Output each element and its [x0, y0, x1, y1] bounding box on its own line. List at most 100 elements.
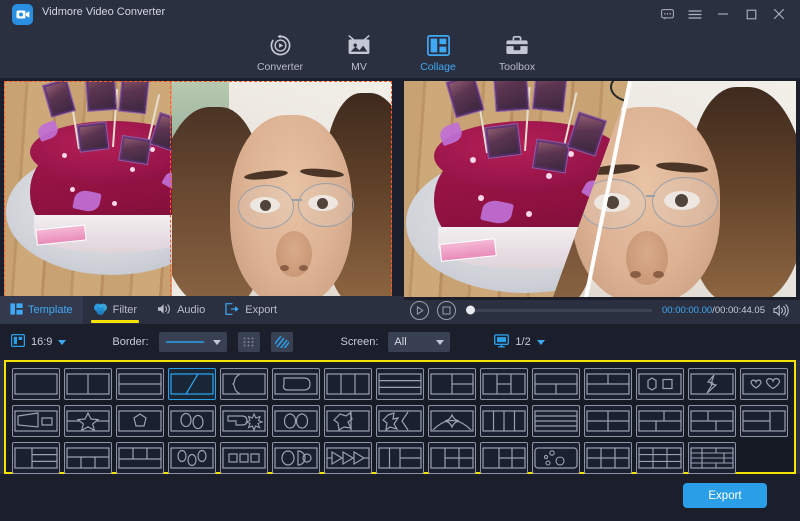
border-texture-button[interactable] [271, 332, 293, 352]
page-selector[interactable]: 1/2 [494, 334, 544, 351]
export-icon [225, 303, 240, 318]
maximize-icon[interactable] [738, 4, 764, 24]
play-button[interactable] [410, 301, 429, 320]
layout-top-2bottom[interactable] [532, 368, 580, 400]
tab-export[interactable]: Export [215, 296, 287, 324]
nav-tab-label: Collage [420, 61, 456, 73]
dotted-swatch-icon [242, 336, 255, 348]
layout-3top-bottom[interactable] [116, 442, 164, 474]
template-edit-preview[interactable] [4, 81, 392, 297]
layout-three-ovals[interactable] [168, 442, 216, 474]
screen-label: Screen: [341, 336, 379, 348]
nav-tab-label: Converter [257, 61, 303, 73]
layout-4-vertical[interactable] [480, 405, 528, 437]
main-nav: Converter MV C [0, 28, 800, 78]
aspect-ratio-icon [11, 334, 25, 350]
screen-value: All [394, 336, 406, 348]
filter-icon [93, 303, 108, 318]
app-logo [12, 4, 33, 25]
layout-bubbles[interactable] [532, 442, 580, 474]
layout-3-horizontal[interactable] [376, 368, 424, 400]
layout-4-horizontal[interactable] [532, 405, 580, 437]
close-icon[interactable] [766, 4, 792, 24]
stop-icon [442, 306, 451, 315]
layout-3-vertical[interactable] [324, 368, 372, 400]
layout-jigsaw-wedge[interactable] [376, 405, 424, 437]
window-controls [654, 4, 792, 24]
feedback-icon[interactable] [654, 4, 680, 24]
layout-left-2stack[interactable] [428, 368, 476, 400]
layout-quad[interactable] [584, 405, 632, 437]
tab-audio[interactable]: Audio [147, 296, 215, 324]
seek-handle[interactable] [466, 306, 475, 315]
layout-puzzle[interactable] [324, 405, 372, 437]
layout-top2-bottom[interactable] [688, 405, 736, 437]
layout-2-horizontal[interactable] [116, 368, 164, 400]
layout-grid-2x2-left[interactable] [428, 442, 476, 474]
striped-swatch-icon [275, 336, 289, 348]
layout-2top-bottom[interactable] [584, 368, 632, 400]
volume-button[interactable] [773, 304, 790, 317]
layout-mosaic[interactable] [688, 442, 736, 474]
layout-tab-sunburst[interactable] [220, 405, 268, 437]
tab-label: Filter [113, 304, 137, 316]
title-bar: Vidmore Video Converter [0, 0, 800, 28]
layout-star-band[interactable] [64, 405, 112, 437]
collage-output-preview [404, 81, 796, 297]
nav-tab-toolbox[interactable]: Toolbox [471, 30, 563, 78]
layout-arrows[interactable] [324, 442, 372, 474]
layout-grid-mixed[interactable] [480, 442, 528, 474]
right-preview-canvas [404, 81, 796, 297]
mv-icon [347, 33, 371, 57]
layout-three-squares[interactable] [220, 442, 268, 474]
screen-dropdown[interactable]: All [388, 332, 450, 352]
template-grid [10, 366, 790, 468]
layout-two-ovals[interactable] [168, 405, 216, 437]
aspect-ratio-control[interactable]: 16:9 [11, 334, 66, 350]
monitor-icon [494, 334, 509, 351]
layout-9-grid[interactable] [636, 442, 684, 474]
layout-h2-right[interactable] [740, 405, 788, 437]
layout-arc-left[interactable] [220, 368, 268, 400]
screen-control: Screen: All [341, 332, 451, 352]
layout-left-3stack[interactable] [12, 442, 60, 474]
minimize-icon[interactable] [710, 4, 736, 24]
layout-2left-2right[interactable] [376, 442, 424, 474]
chevron-down-icon[interactable] [537, 340, 545, 345]
layout-ovals-pair[interactable] [272, 405, 320, 437]
audio-icon [157, 303, 172, 318]
tab-template[interactable]: Template [0, 296, 83, 324]
volume-icon [773, 304, 790, 317]
layout-lightning-split[interactable] [688, 368, 736, 400]
layout-6-grid[interactable] [584, 442, 632, 474]
video-camera-icon [16, 9, 30, 20]
layout-two-hearts[interactable] [740, 368, 788, 400]
collage-icon [427, 33, 450, 57]
tab-filter[interactable]: Filter [83, 296, 147, 324]
border-style-dropdown[interactable] [159, 332, 227, 352]
chevron-down-icon[interactable] [58, 340, 66, 345]
left-preview-canvas [4, 81, 392, 297]
layout-center-2stack[interactable] [480, 368, 528, 400]
tab-label: Audio [177, 304, 205, 316]
stop-button[interactable] [437, 301, 456, 320]
layout-rounded-blob[interactable] [272, 368, 320, 400]
layout-top-3bottom[interactable] [64, 442, 112, 474]
application-window: Vidmore Video Converter [0, 0, 800, 521]
layout-trapezoid-small[interactable] [12, 405, 60, 437]
seek-slider[interactable] [466, 309, 652, 312]
layout-hex-square[interactable] [636, 368, 684, 400]
layout-pentagon[interactable] [116, 405, 164, 437]
layout-arc-flower[interactable] [428, 405, 476, 437]
border-pattern-button[interactable] [238, 332, 260, 352]
nav-tab-label: MV [351, 61, 367, 73]
layout-left-right2[interactable] [636, 405, 684, 437]
current-time: 00:00:00.00 [662, 305, 712, 316]
layout-2-vertical[interactable] [64, 368, 112, 400]
layout-oval-shapes[interactable] [272, 442, 320, 474]
layout-diagonal-split[interactable] [168, 368, 216, 400]
export-button[interactable]: Export [683, 483, 767, 508]
layout-single[interactable] [12, 368, 60, 400]
menu-icon[interactable] [682, 4, 708, 24]
app-title: Vidmore Video Converter [42, 6, 165, 18]
